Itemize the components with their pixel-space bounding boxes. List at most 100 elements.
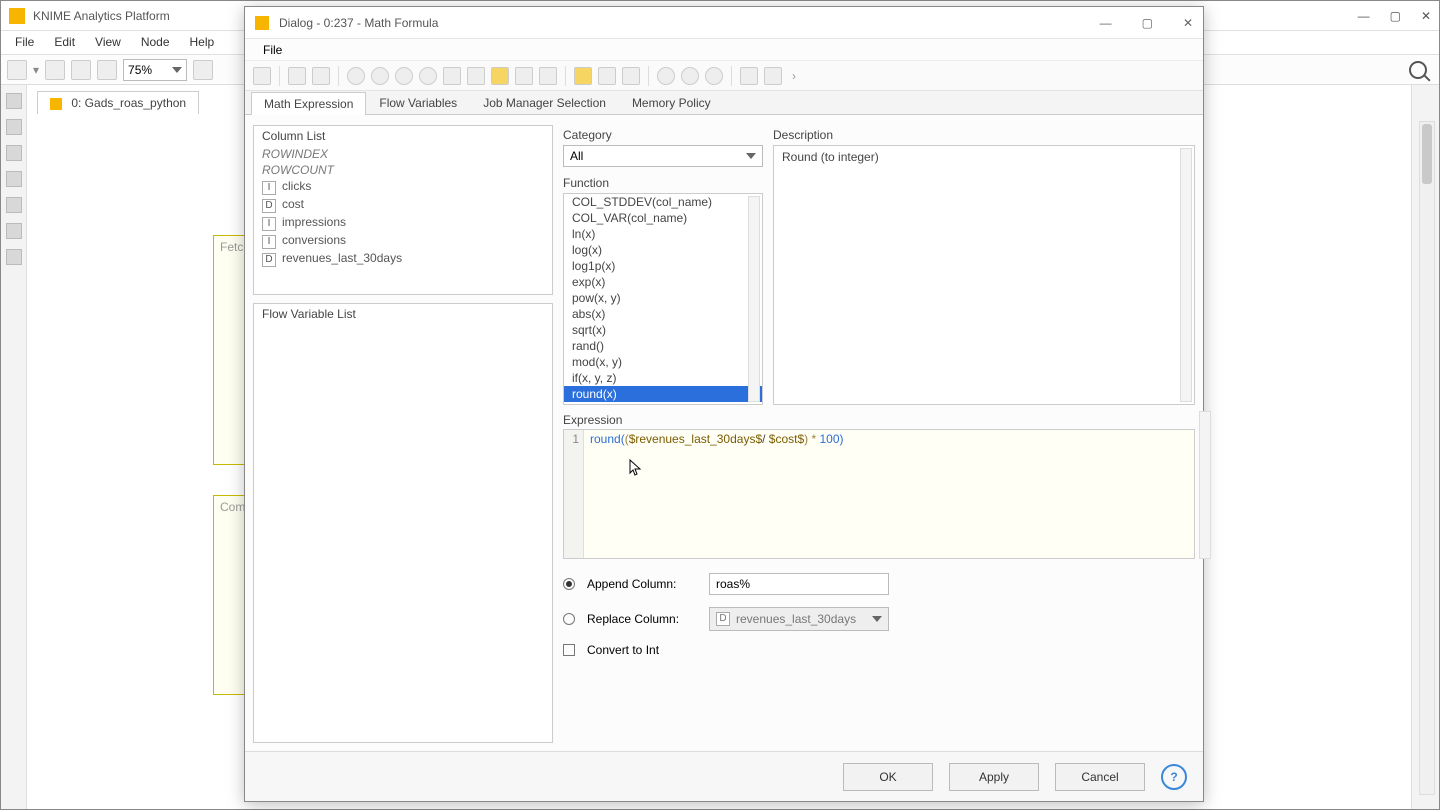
expression-scrollbar[interactable] xyxy=(1199,411,1211,559)
append-column-radio[interactable] xyxy=(563,578,575,590)
dialog-minimize-icon[interactable]: — xyxy=(1100,16,1112,30)
tab-job-manager[interactable]: Job Manager Selection xyxy=(470,91,619,114)
leftstrip-icon[interactable] xyxy=(6,145,22,161)
chevron-down-icon xyxy=(746,153,756,159)
cancel-button[interactable]: Cancel xyxy=(1055,763,1145,791)
column-item[interactable]: Iconversions xyxy=(254,232,552,250)
dlg-tool-icon[interactable] xyxy=(740,67,758,85)
menu-view[interactable]: View xyxy=(85,31,131,54)
dlg-tool-icon[interactable] xyxy=(312,67,330,85)
dlg-tool-icon[interactable] xyxy=(574,67,592,85)
category-select[interactable]: All xyxy=(563,145,763,167)
toolbar-save-icon[interactable] xyxy=(45,60,65,80)
leftstrip-icon[interactable] xyxy=(6,197,22,213)
function-item[interactable]: ln(x) xyxy=(564,226,762,242)
help-button[interactable]: ? xyxy=(1161,764,1187,790)
function-list[interactable]: COL_STDDEV(col_name) COL_VAR(col_name) l… xyxy=(563,193,763,405)
column-name: cost xyxy=(282,197,304,211)
expression-editor[interactable]: 1 round(($revenues_last_30days$/ $cost$)… xyxy=(563,429,1195,559)
dialog-toolbar: › xyxy=(245,61,1203,91)
function-scrollbar[interactable] xyxy=(748,196,760,402)
menu-edit[interactable]: Edit xyxy=(44,31,85,54)
dlg-tool-icon[interactable] xyxy=(419,67,437,85)
toolbar-print-icon[interactable] xyxy=(97,60,117,80)
dlg-tool-icon[interactable] xyxy=(491,67,509,85)
dlg-tool-icon[interactable] xyxy=(764,67,782,85)
column-name: conversions xyxy=(282,233,346,247)
editor-tab[interactable]: 0: Gads_roas_python xyxy=(37,91,199,114)
function-item[interactable]: log1p(x) xyxy=(564,258,762,274)
dialog-app-icon xyxy=(255,16,269,30)
leftstrip-icon[interactable] xyxy=(6,93,22,109)
dlg-tool-icon[interactable] xyxy=(515,67,533,85)
convert-int-checkbox[interactable] xyxy=(563,644,575,656)
dlg-tool-icon[interactable] xyxy=(347,67,365,85)
dialog-menubar: File xyxy=(245,39,1203,61)
tab-math-expression[interactable]: Math Expression xyxy=(251,92,366,115)
tab-memory-policy[interactable]: Memory Policy xyxy=(619,91,724,114)
dialog-close-icon[interactable]: ✕ xyxy=(1183,16,1193,30)
function-label: Function xyxy=(563,173,763,193)
function-item[interactable]: pow(x, y) xyxy=(564,290,762,306)
dlg-tool-run-icon[interactable] xyxy=(657,67,675,85)
column-item[interactable]: Iclicks xyxy=(254,178,552,196)
column-item[interactable]: Drevenues_last_30days xyxy=(254,250,552,268)
dlg-tool-icon[interactable] xyxy=(622,67,640,85)
main-window-controls: — ▢ ✕ xyxy=(1358,9,1431,23)
function-item[interactable]: rand() xyxy=(564,338,762,354)
toolbar-misc-icon[interactable] xyxy=(193,60,213,80)
function-item[interactable]: mod(x, y) xyxy=(564,354,762,370)
expression-text: round(($revenues_last_30days$/ $cost$) *… xyxy=(590,432,844,446)
toolbar-new-icon[interactable] xyxy=(7,60,27,80)
replace-column-radio[interactable] xyxy=(563,613,575,625)
column-item[interactable]: Dcost xyxy=(254,196,552,214)
function-item[interactable]: COL_VAR(col_name) xyxy=(564,210,762,226)
function-item[interactable]: if(x, y, z) xyxy=(564,370,762,386)
tab-flow-variables[interactable]: Flow Variables xyxy=(366,91,470,114)
convert-int-label: Convert to Int xyxy=(587,643,659,657)
menu-file[interactable]: File xyxy=(5,31,44,54)
function-item[interactable]: COL_STDDEV(col_name) xyxy=(564,194,762,210)
leftstrip-icon[interactable] xyxy=(6,171,22,187)
leftstrip-icon[interactable] xyxy=(6,119,22,135)
dlg-tool-icon[interactable] xyxy=(371,67,389,85)
toolbar-saveall-icon[interactable] xyxy=(71,60,91,80)
dlg-tool-icon[interactable] xyxy=(467,67,485,85)
dlg-tool-icon[interactable] xyxy=(288,67,306,85)
function-item-selected[interactable]: round(x) xyxy=(564,386,762,402)
zoom-select[interactable]: 75% xyxy=(123,59,187,81)
dialog-maximize-icon[interactable]: ▢ xyxy=(1142,16,1153,30)
column-name: clicks xyxy=(282,179,311,193)
ok-button[interactable]: OK xyxy=(843,763,933,791)
menu-help[interactable]: Help xyxy=(180,31,225,54)
dlg-tool-icon[interactable] xyxy=(253,67,271,85)
column-rowcount[interactable]: ROWCOUNT xyxy=(254,162,552,178)
dlg-tool-icon[interactable] xyxy=(443,67,461,85)
append-column-input[interactable] xyxy=(709,573,889,595)
maximize-icon[interactable]: ▢ xyxy=(1390,9,1401,23)
apply-button[interactable]: Apply xyxy=(949,763,1039,791)
function-item[interactable]: exp(x) xyxy=(564,274,762,290)
column-item[interactable]: Iimpressions xyxy=(254,214,552,232)
function-item[interactable]: abs(x) xyxy=(564,306,762,322)
menu-node[interactable]: Node xyxy=(131,31,180,54)
replace-column-select[interactable]: D revenues_last_30days xyxy=(709,607,889,631)
dlg-tool-icon[interactable] xyxy=(681,67,699,85)
dlg-tool-icon[interactable] xyxy=(395,67,413,85)
editor-vscrollbar[interactable] xyxy=(1419,121,1435,795)
description-scrollbar[interactable] xyxy=(1180,148,1192,402)
minimize-icon[interactable]: — xyxy=(1358,9,1370,23)
close-icon[interactable]: ✕ xyxy=(1421,9,1431,23)
column-rowindex[interactable]: ROWINDEX xyxy=(254,146,552,162)
function-item[interactable]: sqrt(x) xyxy=(564,322,762,338)
leftstrip-icon[interactable] xyxy=(6,249,22,265)
description-text: Round (to integer) xyxy=(782,150,879,164)
search-icon[interactable] xyxy=(1409,61,1427,79)
dlg-tool-icon[interactable] xyxy=(539,67,557,85)
dlg-tool-icon[interactable] xyxy=(705,67,723,85)
leftstrip-icon[interactable] xyxy=(6,223,22,239)
dlg-tool-icon[interactable] xyxy=(598,67,616,85)
dialog-menu-file[interactable]: File xyxy=(255,41,290,59)
function-item[interactable]: log(x) xyxy=(564,242,762,258)
chevron-right-icon[interactable]: › xyxy=(788,69,796,83)
